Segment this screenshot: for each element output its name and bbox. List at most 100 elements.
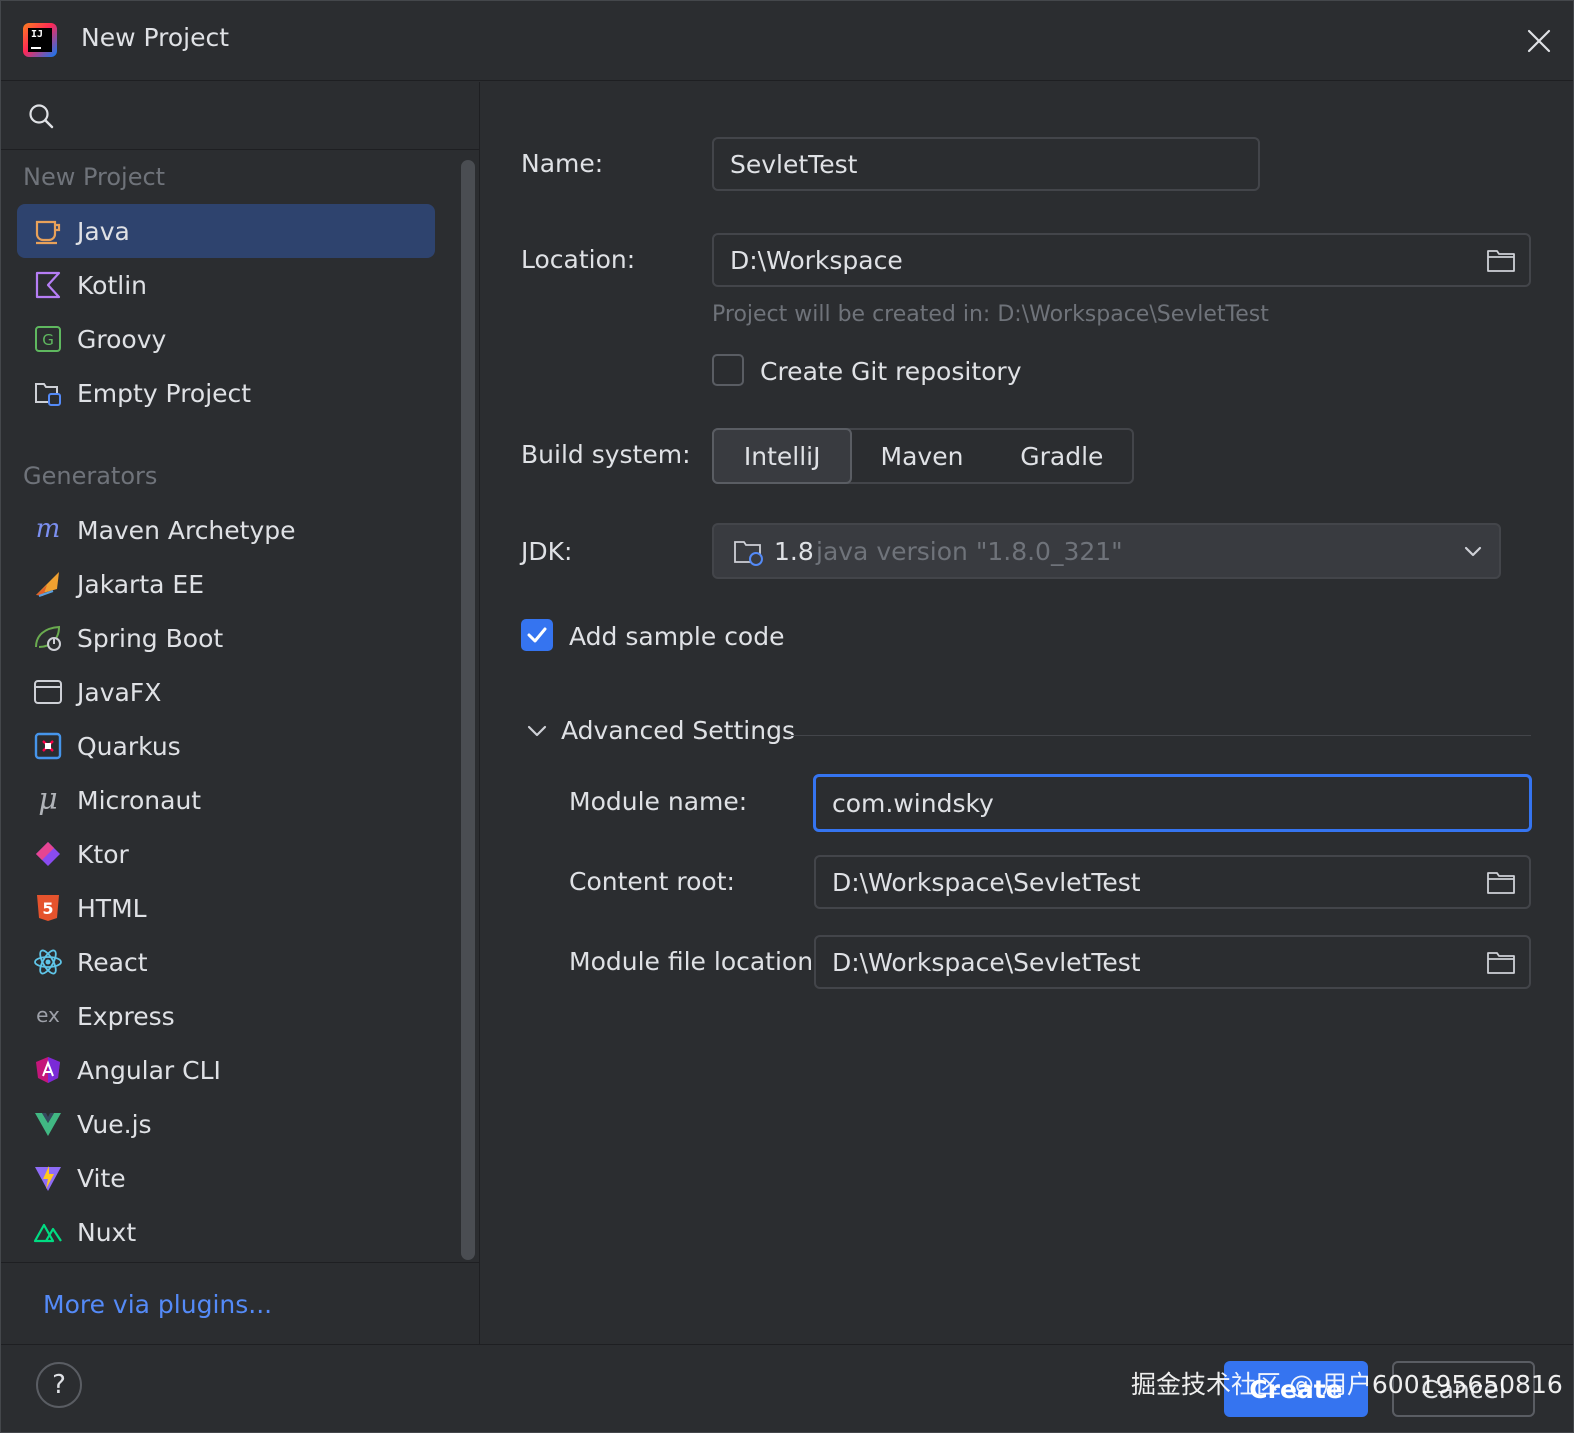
express-icon: ex [33,1001,63,1031]
advanced-settings-toggle[interactable]: Advanced Settings [525,716,795,745]
svg-text:G: G [42,331,54,349]
folder-icon[interactable] [1487,950,1515,974]
build-system-label: Build system: [521,440,691,469]
empty-project-icon [33,378,63,408]
jdk-label: JDK: [521,537,573,566]
location-hint: Project will be created in: D:\Workspace… [712,302,1269,327]
sidebar-item-label: Micronaut [77,785,202,815]
sample-code-checkbox[interactable] [521,619,553,651]
angular-icon [33,1055,63,1085]
vue-icon [33,1109,63,1139]
chevron-down-icon [1464,546,1482,557]
sidebar-item-label: Vite [77,1163,126,1193]
project-type-sidebar: New Project Java Kotlin G Groovy Empty P… [1,82,480,1344]
jdk-dropdown[interactable]: 1.8 java version "1.8.0_321" [712,523,1501,579]
group-title-generators: Generators [23,462,158,490]
sidebar-item-label: Quarkus [77,731,181,761]
sidebar-item-label: HTML [77,893,147,923]
sidebar-item-label: Vue.js [77,1109,152,1139]
quarkus-icon [33,731,63,761]
dialog-title: New Project [81,23,230,52]
sidebar-item-empty-project[interactable]: Empty Project [17,366,435,420]
sidebar-item-vite[interactable]: Vite [17,1151,435,1205]
sample-code-label: Add sample code [569,622,785,651]
sidebar-item-label: Ktor [77,839,129,869]
sidebar-item-spring-boot[interactable]: Spring Boot [17,611,435,665]
location-value: D:\Workspace [730,245,903,275]
module-file-location-field[interactable]: D:\Workspace\SevletTest [814,935,1531,989]
title-bar: IJ New Project [1,1,1573,81]
module-name-value: com.windsky [832,788,994,818]
folder-icon[interactable] [1487,870,1515,894]
svg-text:μ: μ [38,785,58,815]
spring-icon [33,623,63,653]
nuxt-icon [33,1217,63,1247]
module-name-label: Module name: [569,787,748,816]
module-file-location-value: D:\Workspace\SevletTest [832,947,1141,977]
close-button[interactable] [1523,25,1555,57]
more-via-plugins-link[interactable]: More via plugins... [43,1290,272,1319]
build-option-maven[interactable]: Maven [852,430,991,482]
sidebar-item-react[interactable]: React [17,935,435,989]
sidebar-item-nuxt[interactable]: Nuxt [17,1205,435,1259]
jakarta-icon [33,569,63,599]
sidebar-item-label: Kotlin [77,270,147,300]
build-option-gradle[interactable]: Gradle [992,430,1132,482]
sidebar-item-javafx[interactable]: JavaFX [17,665,435,719]
git-label: Create Git repository [760,357,1022,386]
sidebar-item-quarkus[interactable]: Quarkus [17,719,435,773]
content-root-field[interactable]: D:\Workspace\SevletTest [814,855,1531,909]
sidebar-item-label: Java [77,216,130,246]
build-option-intellij[interactable]: IntelliJ [712,428,853,484]
intellij-logo-icon: IJ [23,23,57,57]
html-icon: 5 [33,893,63,923]
sidebar-item-label: Angular CLI [77,1055,221,1085]
sidebar-item-html[interactable]: 5 HTML [17,881,435,935]
sidebar-item-ktor[interactable]: Ktor [17,827,435,881]
search-icon[interactable] [27,102,55,130]
javafx-icon [33,677,63,707]
module-name-field[interactable]: com.windsky [813,774,1532,832]
jdk-description: java version "1.8.0_321" [816,537,1123,566]
vite-icon [33,1163,63,1193]
git-checkbox[interactable] [712,354,744,386]
name-field[interactable]: SevletTest [712,137,1260,191]
name-label: Name: [521,149,604,178]
close-icon [1527,29,1551,53]
checkmark-icon [527,627,547,643]
sidebar-item-label: Groovy [77,324,167,354]
groovy-icon: G [33,324,63,354]
dialog-footer: ? Create Cancel 掘金技术社区 @ 用户600195650816 [1,1344,1573,1432]
sidebar-item-java[interactable]: Java [17,204,435,258]
project-settings-form: Name: SevletTest Location: D:\Workspace … [481,82,1573,1344]
sidebar-item-label: Maven Archetype [77,515,296,545]
sidebar-item-express[interactable]: ex Express [17,989,435,1043]
jdk-folder-icon [734,541,763,566]
sidebar-item-label: JavaFX [77,677,162,707]
sidebar-item-micronaut[interactable]: μ Micronaut [17,773,435,827]
sidebar-item-label: Express [77,1001,175,1031]
sidebar-item-angular-cli[interactable]: Angular CLI [17,1043,435,1097]
help-button[interactable]: ? [36,1362,82,1408]
watermark: 掘金技术社区 @ 用户600195650816 [1131,1370,1563,1399]
micronaut-icon: μ [33,785,63,815]
sidebar-item-maven-archetype[interactable]: m Maven Archetype [17,503,435,557]
chevron-down-icon [527,725,547,736]
location-field[interactable]: D:\Workspace [712,233,1531,287]
svg-text:ex: ex [36,1003,60,1027]
svg-text:m: m [36,515,61,544]
name-value: SevletTest [730,149,858,179]
sidebar-item-kotlin[interactable]: Kotlin [17,258,435,312]
folder-icon[interactable] [1487,248,1515,272]
sidebar-search[interactable] [1,82,480,150]
group-title-new-project: New Project [23,163,166,191]
sidebar-footer: More via plugins... [1,1262,480,1344]
sidebar-item-jakarta-ee[interactable]: Jakarta EE [17,557,435,611]
sidebar-item-groovy[interactable]: G Groovy [17,312,435,366]
react-icon [33,947,63,977]
sidebar-item-label: Jakarta EE [77,569,204,599]
sidebar-scrollbar[interactable] [461,160,475,1260]
sidebar-item-label: Spring Boot [77,623,224,653]
sidebar-item-vuejs[interactable]: Vue.js [17,1097,435,1151]
sidebar-item-label: Nuxt [77,1217,137,1247]
